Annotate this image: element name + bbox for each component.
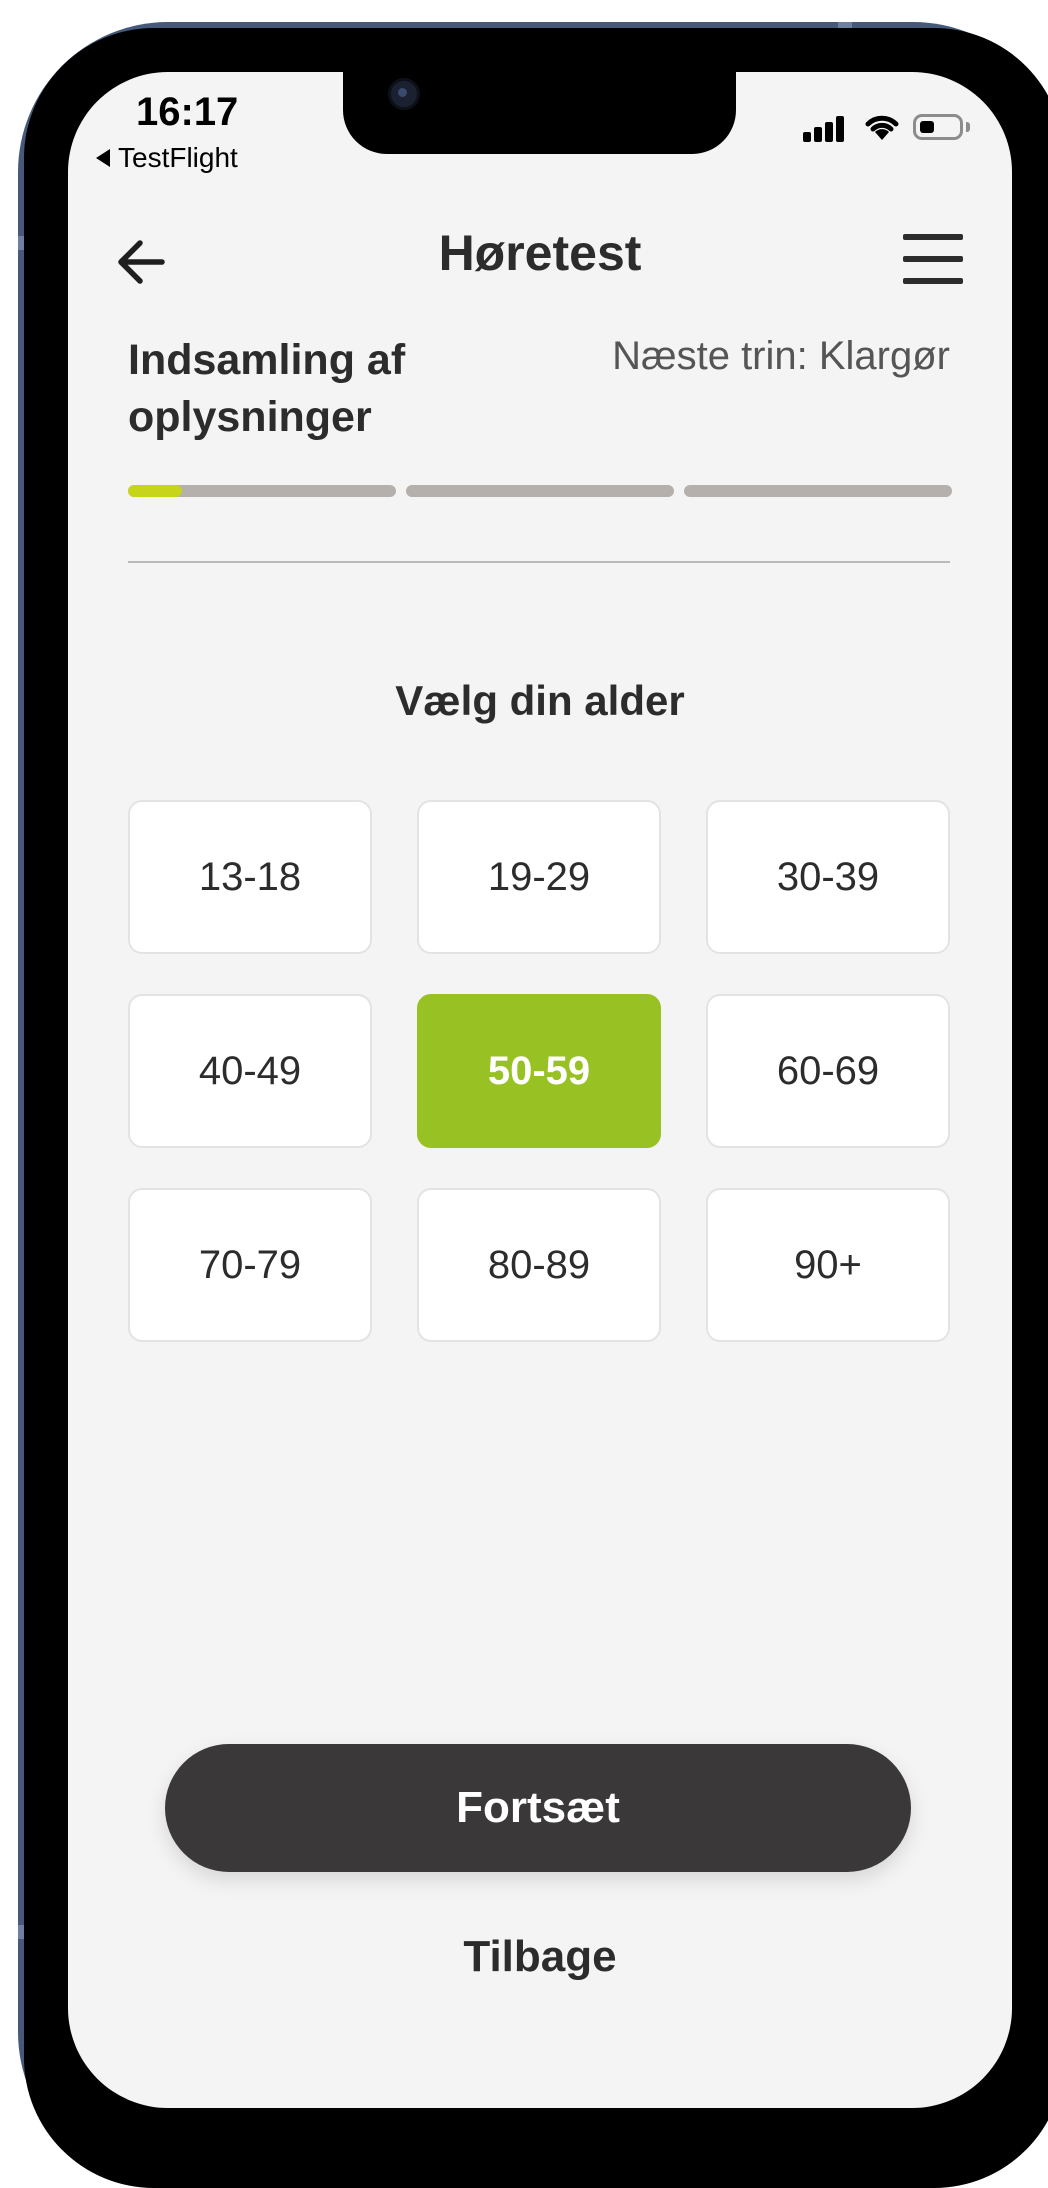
age-option-30-39[interactable]: 30-39 [706,800,950,954]
age-option-40-49[interactable]: 40-49 [128,994,372,1148]
battery-tip [966,122,970,132]
progress-segment [128,485,396,497]
progress-fill [128,485,182,497]
testflight-back-link[interactable]: TestFlight [96,142,238,174]
age-options-grid: 13-18 19-29 30-39 40-49 50-59 60-69 70-79 80-89… [128,800,950,1342]
hamburger-menu-icon[interactable] [903,232,963,286]
battery-icon [913,114,963,140]
notch [343,72,736,154]
camera-icon [388,78,420,110]
age-option-13-18[interactable]: 13-18 [128,800,372,954]
testflight-label: TestFlight [118,142,238,173]
age-option-90plus[interactable]: 90+ [706,1188,950,1342]
divider [128,561,950,563]
page-title: Høretest [438,225,642,281]
continue-button[interactable]: Fortsæt [165,1744,911,1872]
age-option-60-69[interactable]: 60-69 [706,994,950,1148]
next-step-label: Næste trin: Klargør [612,334,950,378]
age-option-50-59[interactable]: 50-59 [417,994,661,1148]
back-button[interactable]: Tilbage [68,1932,1012,1982]
age-option-70-79[interactable]: 70-79 [128,1188,372,1342]
cellular-signal-icon [803,116,847,142]
back-triangle-icon [96,149,110,167]
age-option-19-29[interactable]: 19-29 [417,800,661,954]
current-step-label: Indsamling af oplysninger [128,336,406,441]
screen: 16:17 TestFlight Høretest Indsamling af … [68,72,1012,2108]
status-time: 16:17 [136,90,239,134]
step-progress-bar [128,485,952,497]
age-question: Vælg din alder [395,677,685,724]
age-option-80-89[interactable]: 80-89 [417,1188,661,1342]
progress-segment [684,485,952,497]
wifi-icon [865,115,899,140]
progress-segment [406,485,674,497]
